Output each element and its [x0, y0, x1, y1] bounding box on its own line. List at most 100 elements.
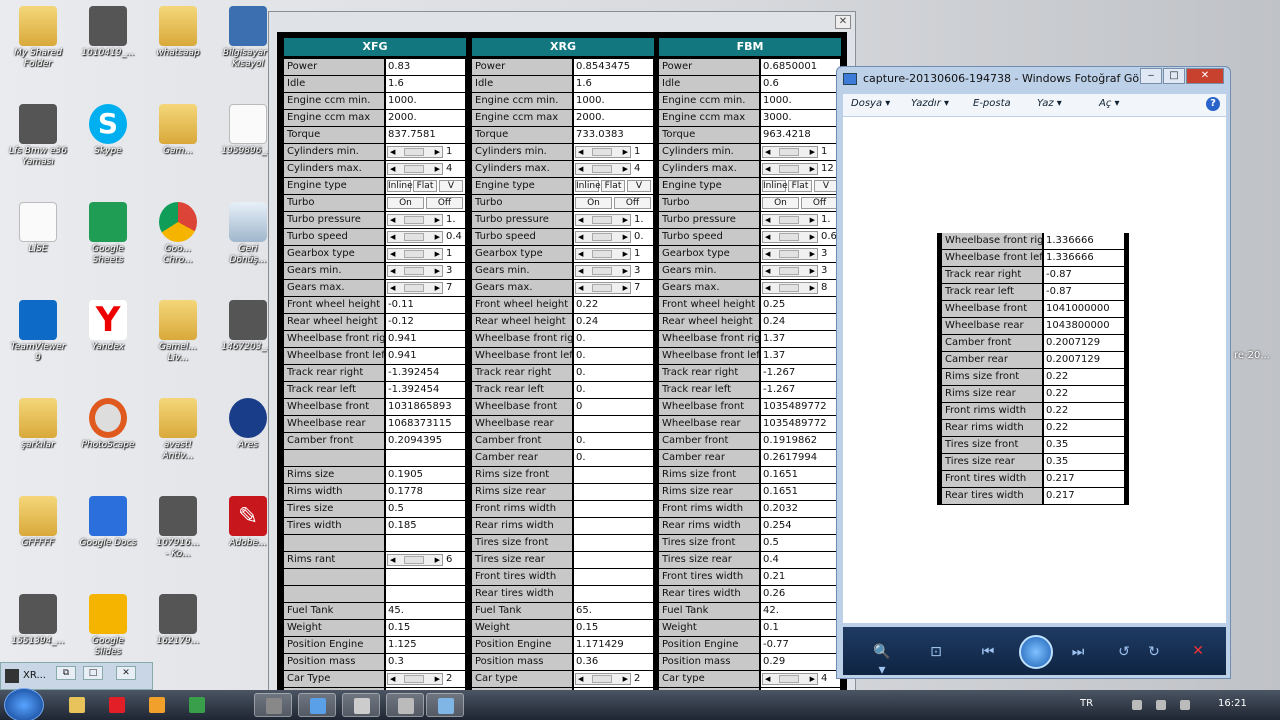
scroll-right-icon[interactable]: ▶ — [623, 215, 628, 226]
scroll-thumb[interactable] — [592, 250, 612, 258]
param-value[interactable] — [574, 535, 653, 551]
desktop-icon[interactable]: Gamel... Liv... — [146, 300, 210, 364]
scroll-right-icon[interactable]: ▶ — [435, 674, 440, 685]
toggle-option-inline[interactable]: Inline — [575, 180, 601, 192]
param-value[interactable]: 8 — [821, 280, 827, 296]
close-button[interactable]: ✕ — [116, 666, 136, 680]
scroll-right-icon[interactable]: ▶ — [623, 164, 628, 175]
desktop-icon[interactable]: GFFFFF — [6, 496, 70, 549]
param-value[interactable]: 2000. — [386, 110, 465, 126]
param-value[interactable] — [574, 467, 653, 483]
scroll-left-icon[interactable]: ◀ — [578, 215, 583, 226]
scroll-right-icon[interactable]: ▶ — [623, 147, 628, 158]
param-value[interactable]: 2 — [446, 671, 452, 687]
param-value[interactable]: 1.37 — [761, 348, 840, 364]
scroll-right-icon[interactable]: ▶ — [810, 215, 815, 226]
param-value[interactable]: 1.6 — [386, 76, 465, 92]
param-value[interactable]: 0.36 — [574, 654, 653, 670]
param-scrollbar[interactable]: ◀ ▶ — [762, 146, 818, 158]
scroll-left-icon[interactable]: ◀ — [390, 283, 395, 294]
param-value[interactable]: 0.2032 — [761, 501, 840, 517]
param-scrollbar[interactable]: ◀ ▶ — [575, 282, 631, 294]
param-value[interactable]: 12 — [821, 161, 834, 177]
param-scrollbar[interactable]: ◀ ▶ — [387, 673, 443, 685]
param-value[interactable]: 4 — [821, 671, 827, 687]
desktop-icon[interactable]: S Skype — [76, 104, 140, 157]
desktop-icon[interactable]: Google Docs — [76, 496, 140, 549]
scroll-right-icon[interactable]: ▶ — [435, 215, 440, 226]
toggle-option-v[interactable]: V — [627, 180, 651, 192]
param-value[interactable]: 1031865893 — [386, 399, 465, 415]
scroll-left-icon[interactable]: ◀ — [578, 283, 583, 294]
scroll-thumb[interactable] — [404, 675, 424, 683]
param-scrollbar[interactable]: ◀ ▶ — [575, 214, 631, 226]
desktop-icon[interactable]: Goo... Chro... — [146, 202, 210, 266]
taskbar-explorer[interactable] — [58, 693, 96, 717]
param-value[interactable]: 0.254 — [761, 518, 840, 534]
toggle-option-off[interactable]: Off — [614, 197, 651, 209]
param-value[interactable]: 0.185 — [386, 518, 465, 534]
scroll-left-icon[interactable]: ◀ — [390, 555, 395, 566]
scroll-thumb[interactable] — [404, 250, 424, 258]
slideshow-button[interactable] — [1019, 635, 1053, 669]
param-scrollbar[interactable]: ◀ ▶ — [762, 282, 818, 294]
scroll-thumb[interactable] — [779, 267, 799, 275]
param-value[interactable]: 0.29 — [761, 654, 840, 670]
scroll-left-icon[interactable]: ◀ — [765, 164, 770, 175]
param-value[interactable]: 0.2094395 — [386, 433, 465, 449]
language-indicator[interactable]: TR — [1080, 698, 1093, 709]
param-value[interactable]: 0.6850001 — [761, 59, 840, 75]
scroll-left-icon[interactable]: ◀ — [765, 215, 770, 226]
param-value[interactable]: 0.4 — [446, 229, 462, 245]
param-value[interactable]: 837.7581 — [386, 127, 465, 143]
scroll-right-icon[interactable]: ▶ — [435, 555, 440, 566]
restore-button[interactable]: ⧉ — [56, 666, 76, 680]
desktop-icon[interactable]: My Shared Folder — [6, 6, 70, 70]
param-scrollbar[interactable]: ◀ ▶ — [575, 163, 631, 175]
param-scrollbar[interactable]: ◀ ▶ — [762, 248, 818, 260]
rotate-right-icon[interactable]: ↻ — [1145, 643, 1163, 661]
scroll-right-icon[interactable]: ▶ — [810, 147, 815, 158]
next-icon[interactable]: ⏭ — [1069, 643, 1087, 661]
param-value[interactable]: 4 — [634, 161, 640, 177]
close-button[interactable]: ✕ — [1186, 68, 1224, 84]
param-value[interactable]: 65. — [574, 603, 653, 619]
scroll-right-icon[interactable]: ▶ — [435, 249, 440, 260]
param-scrollbar[interactable]: ◀ ▶ — [575, 265, 631, 277]
param-value[interactable]: -1.267 — [761, 365, 840, 381]
param-value[interactable]: 963.4218 — [761, 127, 840, 143]
param-value[interactable]: 0. — [574, 365, 653, 381]
param-value[interactable]: 0.24 — [761, 314, 840, 330]
desktop-icon[interactable]: 1551394_... — [6, 594, 70, 647]
toggle-option-flat[interactable]: Flat — [413, 180, 437, 192]
scroll-thumb[interactable] — [779, 216, 799, 224]
desktop-icon[interactable]: whatsaap — [146, 6, 210, 59]
tray-network-icon[interactable] — [1156, 700, 1166, 710]
scroll-right-icon[interactable]: ▶ — [623, 232, 628, 243]
param-value[interactable]: 0.1905 — [386, 467, 465, 483]
menu-item[interactable]: Yazdır ▾ — [911, 98, 949, 109]
toggle-option-v[interactable]: V — [814, 180, 838, 192]
zoom-icon[interactable]: 🔍▾ — [873, 643, 891, 678]
param-scrollbar[interactable]: ◀ ▶ — [387, 163, 443, 175]
scroll-thumb[interactable] — [779, 165, 799, 173]
scroll-left-icon[interactable]: ◀ — [765, 249, 770, 260]
toggle-option-flat[interactable]: Flat — [788, 180, 812, 192]
scroll-thumb[interactable] — [592, 148, 612, 156]
scroll-thumb[interactable] — [779, 250, 799, 258]
param-value[interactable]: 3 — [821, 263, 827, 279]
param-scrollbar[interactable]: ◀ ▶ — [387, 265, 443, 277]
param-value[interactable]: 0.6 — [761, 76, 840, 92]
param-value[interactable]: 0.3 — [386, 654, 465, 670]
param-scrollbar[interactable]: ◀ ▶ — [762, 214, 818, 226]
param-scrollbar[interactable]: ◀ ▶ — [387, 554, 443, 566]
param-value[interactable]: 1.37 — [761, 331, 840, 347]
scroll-right-icon[interactable]: ▶ — [810, 164, 815, 175]
param-value[interactable] — [574, 416, 653, 432]
scroll-left-icon[interactable]: ◀ — [765, 266, 770, 277]
param-value[interactable]: -1.392454 — [386, 365, 465, 381]
param-value[interactable]: 0.941 — [386, 348, 465, 364]
scroll-left-icon[interactable]: ◀ — [765, 232, 770, 243]
param-value[interactable]: 0.83 — [386, 59, 465, 75]
param-value[interactable] — [386, 586, 465, 602]
